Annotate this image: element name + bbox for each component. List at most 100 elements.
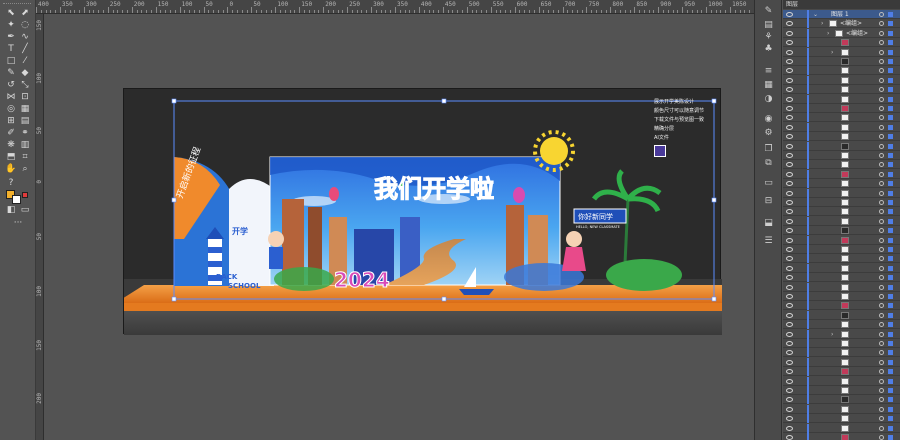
target-circle-icon[interactable]	[879, 331, 884, 337]
target-circle-icon[interactable]	[879, 49, 884, 55]
selection-indicator[interactable]	[888, 21, 893, 27]
target-circle-icon[interactable]	[879, 369, 884, 375]
draw-mode-icon[interactable]: ◧	[5, 205, 17, 216]
layer-row[interactable]	[783, 320, 900, 330]
layer-row[interactable]	[783, 132, 900, 142]
layer-row[interactable]	[783, 38, 900, 48]
visibility-eye-icon[interactable]	[786, 49, 793, 55]
layer-row[interactable]	[783, 423, 900, 433]
layer-row[interactable]: ›	[783, 47, 900, 57]
selection-indicator[interactable]	[888, 322, 893, 328]
target-circle-icon[interactable]	[879, 275, 884, 281]
zoom-tool-icon[interactable]: ⌕	[19, 164, 31, 175]
screen-mode-icon[interactable]: ▭	[19, 205, 31, 216]
target-circle-icon[interactable]	[879, 397, 884, 403]
visibility-eye-icon[interactable]	[786, 21, 793, 27]
layer-row[interactable]: ›	[783, 329, 900, 339]
target-circle-icon[interactable]	[879, 218, 884, 224]
selection-indicator[interactable]	[888, 294, 893, 299]
slice-tool-icon[interactable]: ⌗	[19, 152, 31, 163]
layer-row[interactable]	[783, 198, 900, 207]
edit-toolbar-icon[interactable]: ?	[5, 178, 17, 189]
visibility-eye-icon[interactable]	[786, 247, 793, 252]
target-circle-icon[interactable]	[879, 21, 884, 27]
stroke-panel-icon[interactable]: ≡	[762, 66, 775, 77]
selection-tool-icon[interactable]: ⬉	[5, 8, 17, 19]
target-circle-icon[interactable]	[879, 237, 884, 243]
visibility-eye-icon[interactable]	[786, 209, 793, 215]
visibility-eye-icon[interactable]	[786, 265, 793, 271]
target-circle-icon[interactable]	[879, 312, 884, 318]
layer-row[interactable]: › <编组>	[783, 19, 900, 29]
visibility-eye-icon[interactable]	[786, 425, 793, 431]
selection-indicator[interactable]	[888, 49, 893, 55]
selection-indicator[interactable]	[888, 388, 893, 393]
gradient-tool-icon[interactable]: ▤	[19, 116, 31, 127]
visibility-eye-icon[interactable]	[786, 77, 793, 83]
selection-indicator[interactable]	[888, 369, 893, 375]
visibility-eye-icon[interactable]	[786, 388, 793, 393]
target-circle-icon[interactable]	[879, 359, 884, 365]
selection-indicator[interactable]	[888, 12, 893, 17]
layer-row[interactable]: › <编组>	[783, 28, 900, 38]
align-panel-icon[interactable]: ⊟	[762, 196, 775, 207]
layer-row[interactable]	[783, 292, 900, 301]
visibility-eye-icon[interactable]	[786, 435, 793, 440]
toolbar-grip[interactable]	[3, 3, 31, 6]
target-circle-icon[interactable]	[879, 106, 884, 111]
layer-row[interactable]	[783, 169, 900, 179]
layer-row[interactable]	[783, 395, 900, 405]
selection-indicator[interactable]	[888, 416, 893, 422]
target-circle-icon[interactable]	[879, 416, 884, 422]
selection-indicator[interactable]	[888, 200, 893, 205]
stroke-color-swatch[interactable]	[12, 195, 21, 204]
visibility-eye-icon[interactable]	[786, 294, 793, 299]
document-canvas[interactable]: 开启新的征程 开学 BACK SCHOOL 我们开学啦 你好新同学 HELLO,…	[45, 15, 754, 440]
selection-indicator[interactable]	[888, 312, 893, 318]
perspective-grid-tool-icon[interactable]: ▦	[19, 104, 31, 115]
scale-tool-icon[interactable]: ⤡	[19, 80, 31, 91]
target-circle-icon[interactable]	[879, 247, 884, 252]
layer-row[interactable]	[783, 273, 900, 283]
transparency-panel-icon[interactable]: ◑	[762, 94, 775, 105]
visibility-eye-icon[interactable]	[786, 12, 793, 17]
visibility-eye-icon[interactable]	[786, 181, 793, 187]
curvature-tool-icon[interactable]: ∿	[19, 32, 31, 43]
visibility-eye-icon[interactable]	[786, 40, 793, 46]
comments-panel-icon[interactable]: ▭	[762, 178, 775, 189]
selection-indicator[interactable]	[888, 30, 893, 36]
layer-row[interactable]	[783, 386, 900, 395]
selection-indicator[interactable]	[888, 265, 893, 271]
visibility-eye-icon[interactable]	[786, 115, 793, 121]
selection-indicator[interactable]	[888, 228, 893, 234]
target-circle-icon[interactable]	[879, 181, 884, 187]
visibility-eye-icon[interactable]	[786, 256, 793, 262]
visibility-eye-icon[interactable]	[786, 406, 793, 412]
target-circle-icon[interactable]	[879, 256, 884, 262]
column-graph-tool-icon[interactable]: ▥	[19, 140, 31, 151]
selection-indicator[interactable]	[888, 425, 893, 431]
layer-row-top[interactable]: ⌄ 图层 1	[783, 10, 900, 19]
selection-indicator[interactable]	[888, 143, 893, 149]
visibility-eye-icon[interactable]	[786, 397, 793, 403]
visibility-eye-icon[interactable]	[786, 87, 793, 93]
selection-indicator[interactable]	[888, 275, 893, 281]
selection-indicator[interactable]	[888, 40, 893, 46]
visibility-eye-icon[interactable]	[786, 30, 793, 36]
target-circle-icon[interactable]	[879, 350, 884, 356]
layers-tab[interactable]: 图层	[783, 0, 900, 9]
visibility-eye-icon[interactable]	[786, 59, 793, 64]
selection-indicator[interactable]	[888, 181, 893, 187]
layer-row[interactable]	[783, 94, 900, 104]
layer-row[interactable]	[783, 235, 900, 245]
target-circle-icon[interactable]	[879, 143, 884, 149]
target-circle-icon[interactable]	[879, 190, 884, 196]
selection-indicator[interactable]	[888, 256, 893, 262]
target-circle-icon[interactable]	[879, 68, 884, 74]
magic-wand-tool-icon[interactable]: ✦	[5, 20, 17, 31]
artboard[interactable]: 开启新的征程 开学 BACK SCHOOL 我们开学啦 你好新同学 HELLO,…	[123, 88, 722, 335]
layer-row[interactable]	[783, 348, 900, 358]
layer-row[interactable]	[783, 254, 900, 264]
layer-row[interactable]	[783, 75, 900, 85]
pen-tool-icon[interactable]: ✒	[5, 32, 17, 43]
